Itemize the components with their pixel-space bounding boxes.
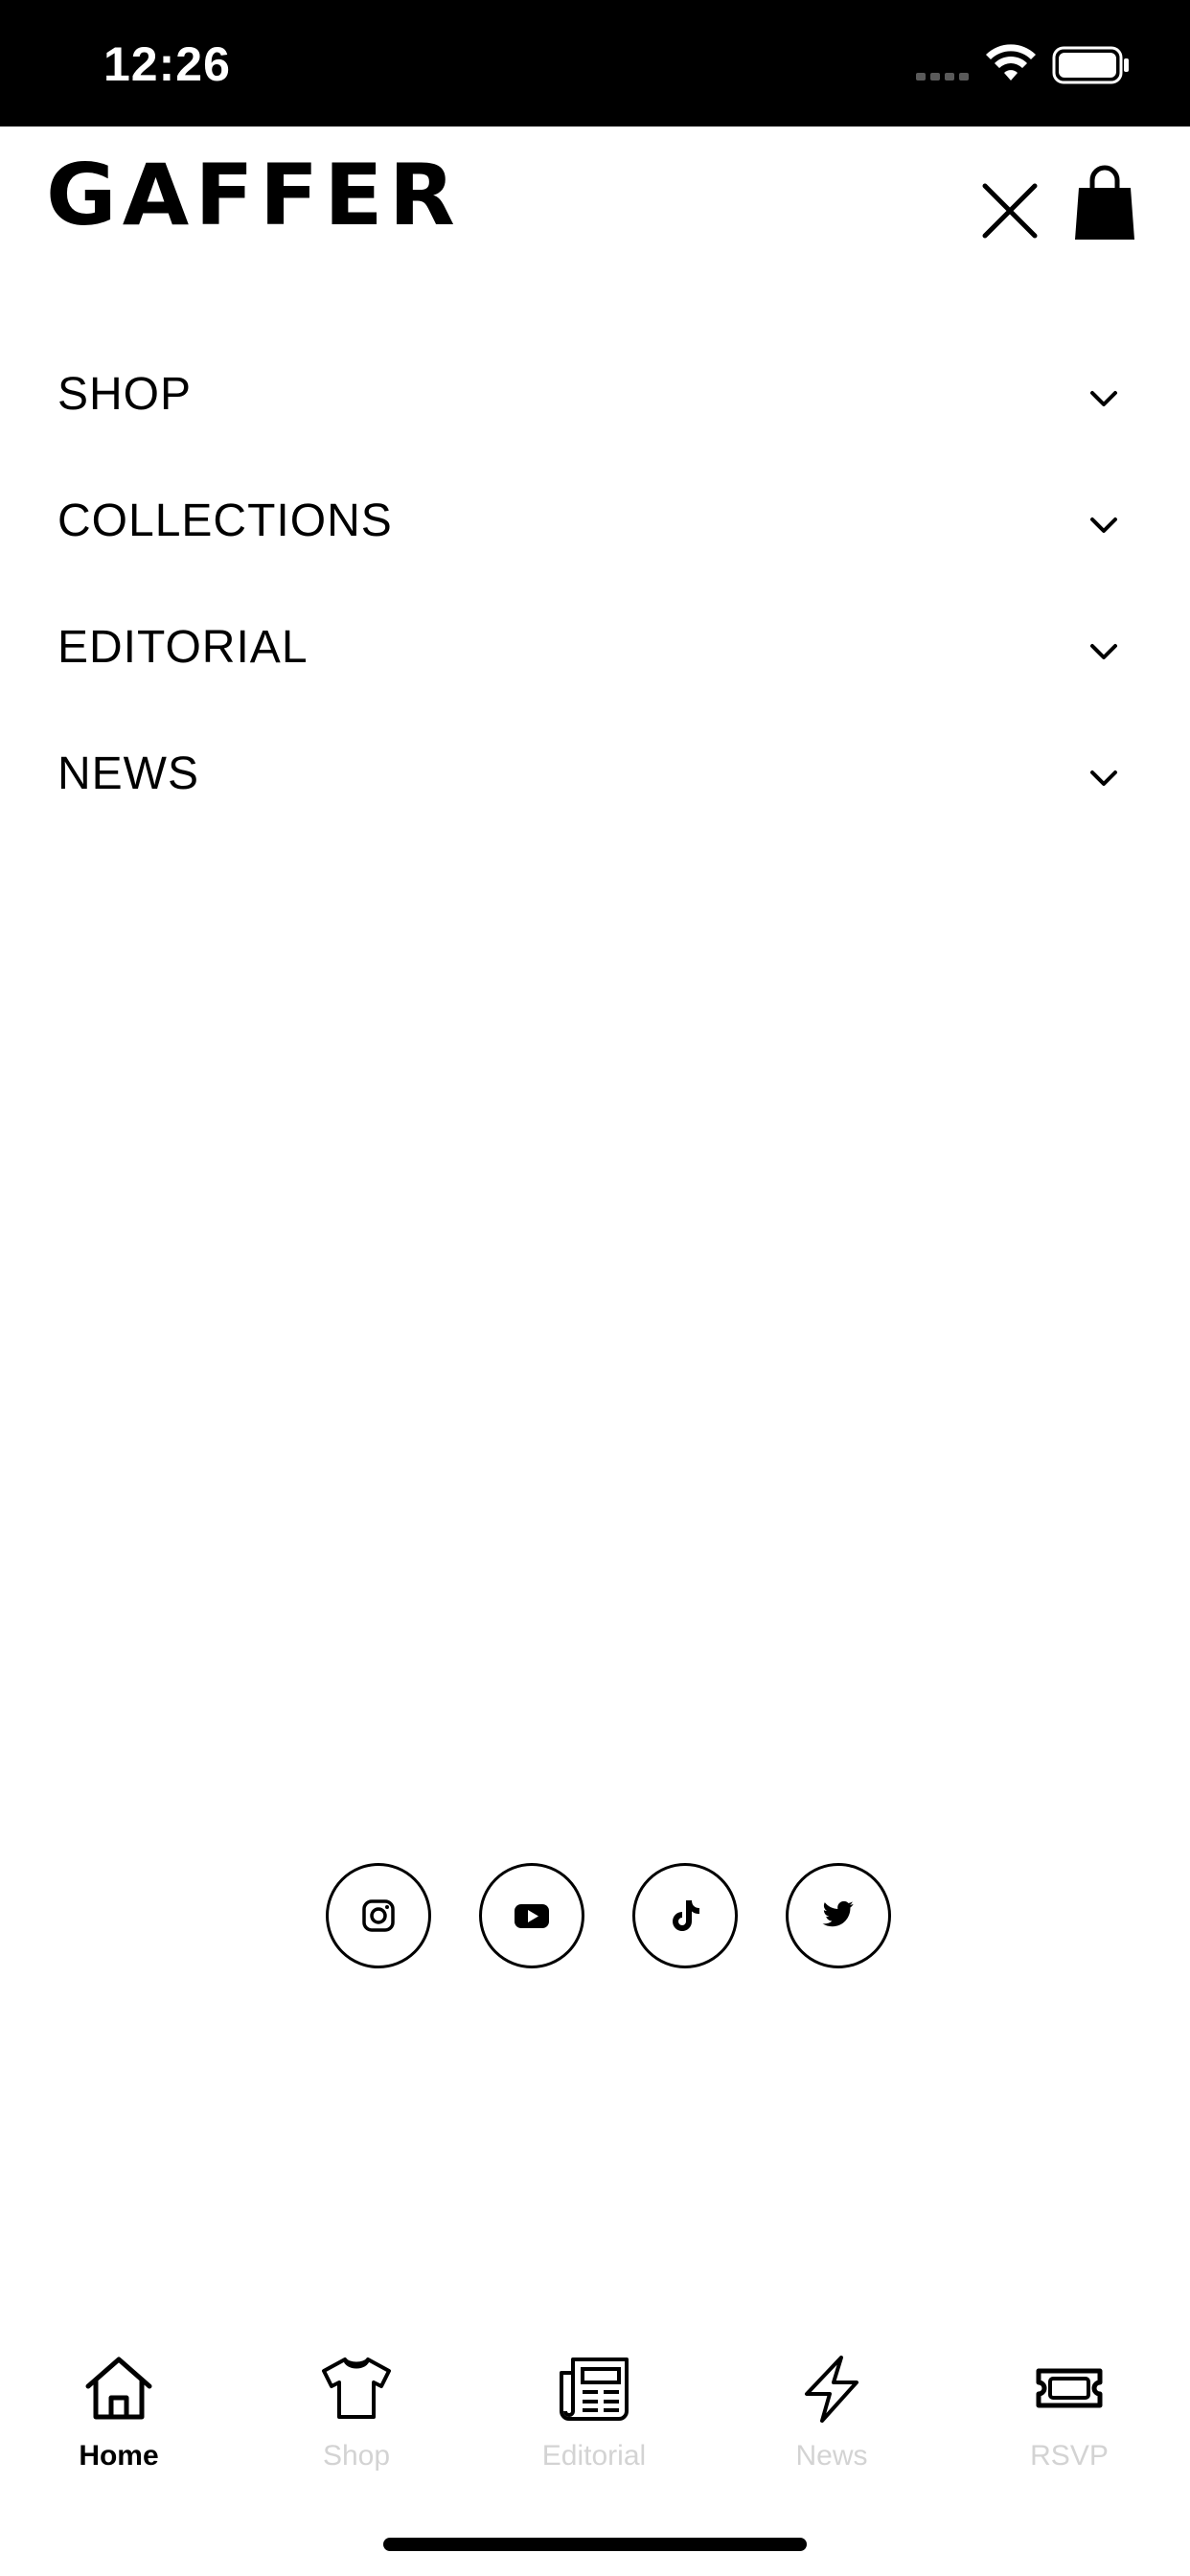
social-links — [326, 1863, 893, 1974]
tiktok-icon — [673, 1900, 699, 1931]
lightning-icon — [805, 2356, 858, 2423]
battery-icon — [1052, 46, 1129, 84]
menu-item-label: COLLECTIONS — [57, 495, 393, 546]
close-icon[interactable] — [979, 180, 1041, 242]
twitter-button[interactable] — [786, 1863, 891, 1968]
tab-news[interactable]: News — [713, 2338, 950, 2492]
tiktok-button[interactable] — [632, 1863, 738, 1968]
tab-label: RSVP — [1030, 2440, 1109, 2472]
chevron-down-icon — [1090, 770, 1117, 786]
tab-label: Home — [79, 2440, 159, 2472]
wifi-icon — [986, 44, 1036, 80]
brand-logo[interactable]: GAFFER — [46, 153, 461, 238]
tab-shop[interactable]: Shop — [238, 2338, 475, 2492]
instagram-button[interactable] — [326, 1863, 431, 1968]
home-icon — [85, 2357, 152, 2420]
tab-label: Shop — [322, 2440, 391, 2472]
youtube-button[interactable] — [479, 1863, 584, 1968]
chevron-down-icon — [1090, 518, 1117, 533]
home-indicator — [383, 2538, 807, 2551]
menu-item-news[interactable]: NEWS — [0, 715, 1190, 841]
nav-menu: SHOP COLLECTIONS EDITORIAL NEWS — [0, 335, 1190, 841]
menu-item-label: NEWS — [57, 748, 199, 799]
signal-icon — [916, 73, 969, 80]
chevron-down-icon — [1090, 644, 1117, 659]
tab-label: Editorial — [541, 2440, 647, 2472]
twitter-icon — [822, 1900, 854, 1927]
status-bar: 12:26 — [0, 0, 1190, 126]
tab-rsvp[interactable]: RSVP — [950, 2338, 1188, 2492]
menu-item-collections[interactable]: COLLECTIONS — [0, 462, 1190, 588]
ticket-icon — [1036, 2368, 1103, 2408]
shopping-bag-icon[interactable] — [1073, 165, 1136, 242]
tab-editorial[interactable]: Editorial — [475, 2338, 713, 2492]
status-time: 12:26 — [103, 37, 231, 91]
youtube-icon — [515, 1904, 549, 1928]
menu-item-label: EDITORIAL — [57, 622, 309, 673]
instagram-icon — [362, 1899, 395, 1932]
tab-label: News — [795, 2440, 868, 2472]
app-header: GAFFER — [0, 126, 1190, 289]
chevron-down-icon — [1090, 391, 1117, 406]
menu-item-label: SHOP — [57, 369, 193, 420]
menu-item-editorial[interactable]: EDITORIAL — [0, 588, 1190, 715]
newspaper-icon — [560, 2358, 629, 2421]
menu-item-shop[interactable]: SHOP — [0, 335, 1190, 462]
tab-home[interactable]: Home — [0, 2338, 238, 2492]
tshirt-icon — [322, 2358, 391, 2419]
tab-bar: Home Shop Editorial News RSVP — [0, 2338, 1190, 2492]
